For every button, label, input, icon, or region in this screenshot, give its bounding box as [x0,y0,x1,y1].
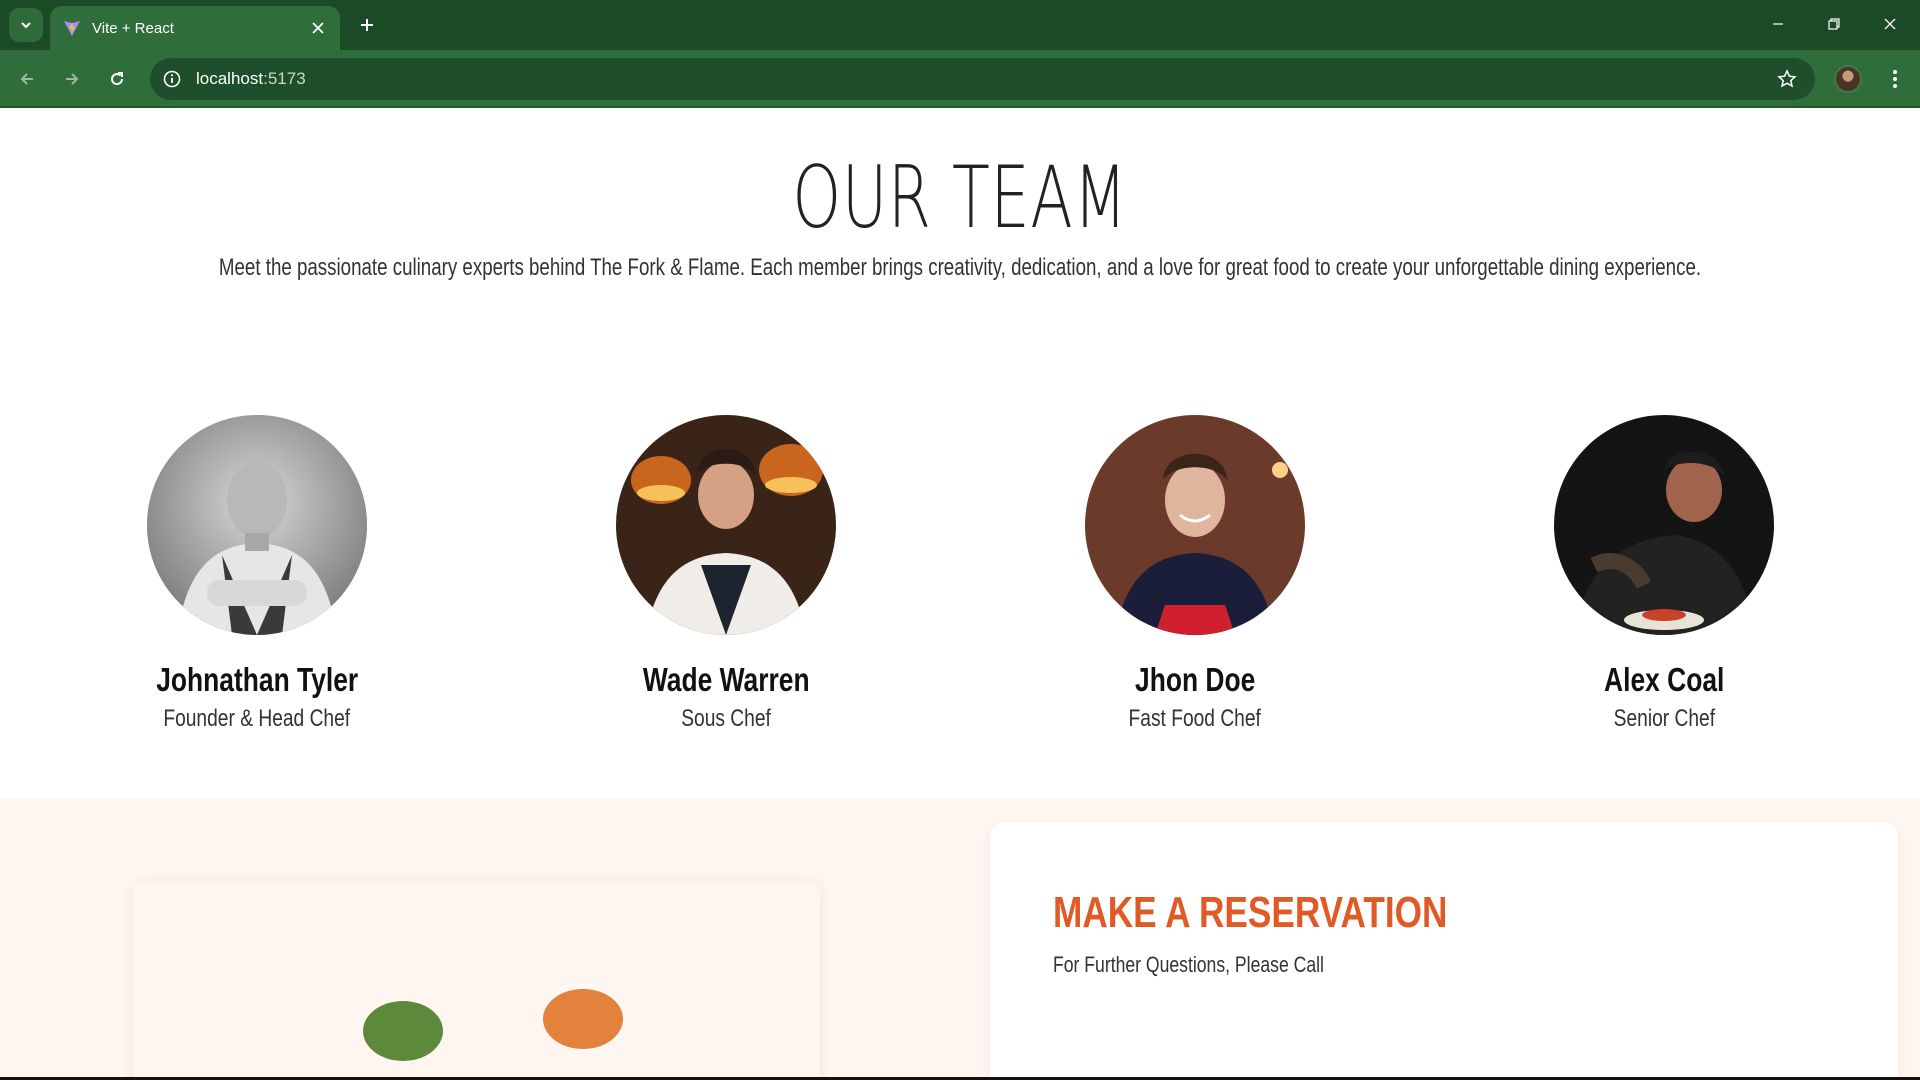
restore-icon [1828,18,1840,30]
browser-toolbar: localhost:5173 [0,50,1920,108]
chef-photo [147,415,367,635]
tab-title: Vite + React [92,19,174,37]
tab-search-button[interactable] [9,8,43,42]
arrow-right-icon [66,73,79,85]
team-member-card: Wade Warren Sous Chef [596,415,856,733]
reservation-title: MAKE A RESERVATION [1053,888,1448,937]
forward-button[interactable] [55,62,89,96]
chef-photo [1554,415,1774,635]
back-button[interactable] [10,62,44,96]
close-icon [1884,18,1896,30]
arrow-left-icon [20,73,33,85]
url-host: localhost [196,69,264,88]
site-info-icon[interactable] [154,61,190,97]
restore-button[interactable] [1806,4,1862,44]
plus-icon [361,19,373,31]
member-name: Alex Coal [1603,661,1725,698]
more-vertical-icon [1893,70,1897,88]
food-image [363,1001,443,1061]
address-bar[interactable]: localhost:5173 [150,58,1815,100]
chef-photo [616,415,836,635]
minimize-button[interactable] [1750,4,1806,44]
browser-tabstrip: Vite + React [0,0,1920,50]
team-member-card: Alex Coal Senior Chef [1534,415,1794,733]
reservation-section: MAKE A RESERVATION For Further Questions… [0,798,1920,1080]
new-tab-button[interactable] [350,8,384,42]
minimize-icon [1773,23,1783,25]
team-member-card: Johnathan Tyler Founder & Head Chef [127,415,387,733]
member-name: Jhon Doe [1134,661,1256,698]
member-name: Johnathan Tyler [156,661,358,698]
team-member-card: Jhon Doe Fast Food Chef [1065,415,1325,733]
active-tab[interactable]: Vite + React [50,6,340,50]
bookmark-star-icon[interactable] [1769,61,1805,97]
food-image-card [133,881,820,1080]
team-description: Meet the passionate culinary experts beh… [218,254,1702,281]
url-port: :5173 [263,69,306,88]
profile-avatar[interactable] [1834,65,1862,93]
member-role: Fast Food Chef [1128,705,1262,732]
chef-photo [1085,415,1305,635]
browser-menu-button[interactable] [1878,62,1912,96]
reload-icon [111,72,124,86]
member-role: Founder & Head Chef [163,705,351,732]
url-text[interactable]: localhost:5173 [196,69,1769,89]
reservation-card: MAKE A RESERVATION For Further Questions… [990,822,1898,1080]
reload-button[interactable] [100,62,134,96]
chevron-down-icon [21,22,31,29]
close-window-button[interactable] [1862,4,1918,44]
member-name: Wade Warren [642,661,810,698]
team-heading: OUR TEAM [792,148,1128,248]
member-role: Sous Chef [681,705,771,732]
reservation-subtitle: For Further Questions, Please Call [1053,952,1324,977]
member-role: Senior Chef [1613,705,1715,732]
close-tab-icon[interactable] [304,14,332,42]
food-image [543,989,623,1049]
vite-favicon-icon [62,18,82,38]
page-content: OUR TEAM Meet the passionate culinary ex… [0,110,1920,1080]
